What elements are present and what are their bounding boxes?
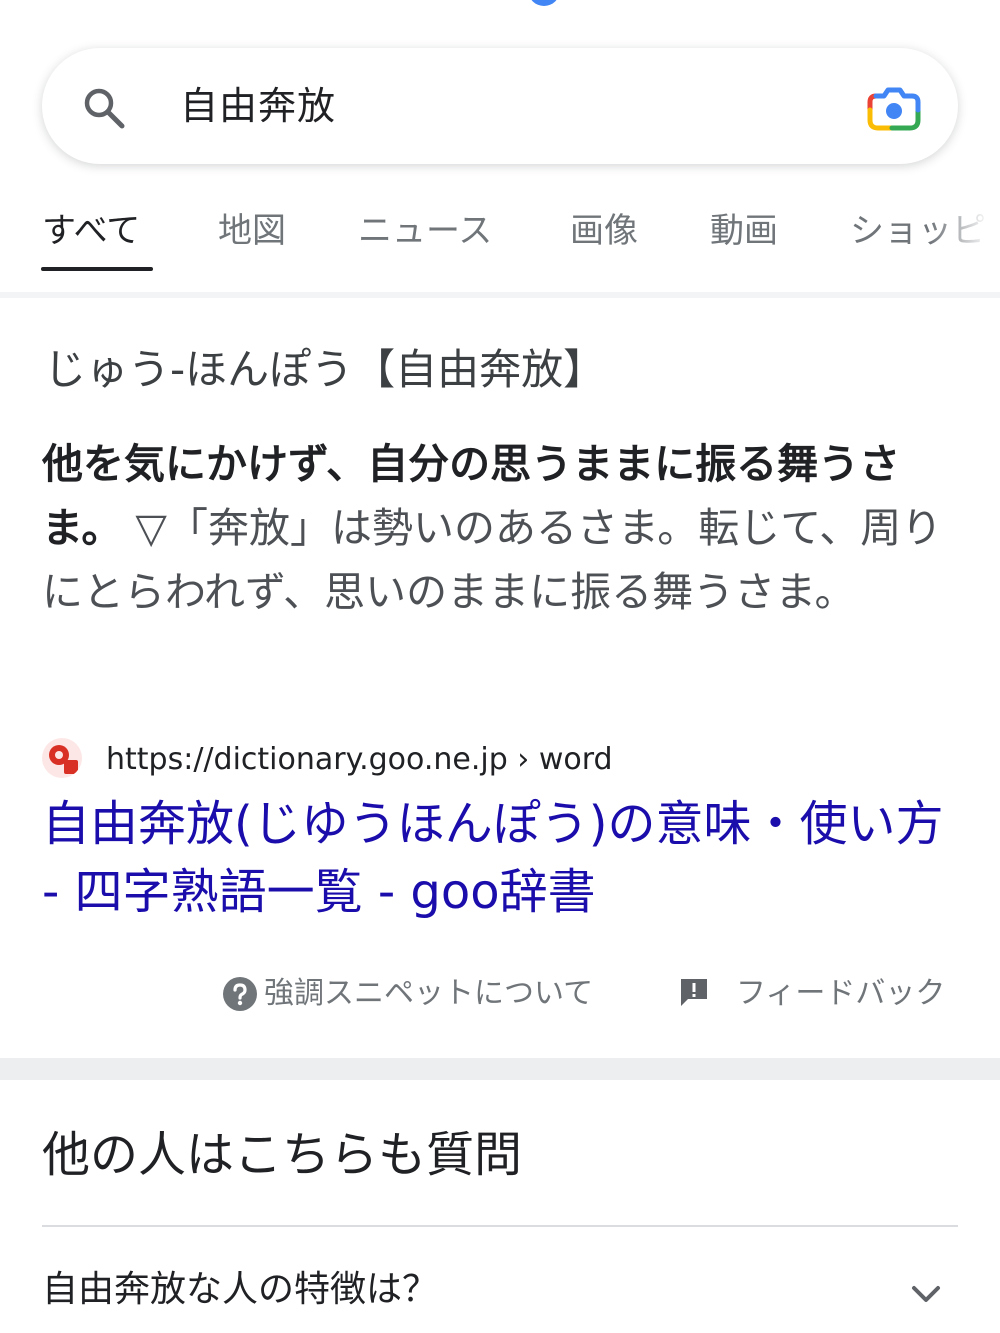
section-divider [0,1058,1000,1080]
top-indicator-dot [528,0,560,6]
active-tab-indicator [41,267,153,271]
tab-videos[interactable]: 動画 [710,207,778,255]
goo-favicon-icon [42,738,82,778]
search-icon[interactable] [80,84,128,132]
feedback-icon[interactable] [678,976,710,1008]
tabs-divider [0,292,1000,298]
search-tabs: すべて 地図 ニュース 画像 動画 ショッピ [0,195,1000,275]
about-snippet-link[interactable]: 強調スニペットについて [264,972,593,1016]
tab-all[interactable]: すべて [42,207,140,255]
tab-images[interactable]: 画像 [570,207,638,255]
chevron-down-icon[interactable] [908,1276,944,1312]
paa-divider [42,1225,958,1227]
search-results-page: 自由奔放 すべて 地図 ニュース 画像 動画 ショッピ じゅう-ほんぽう【自由奔… [0,0,1000,1333]
search-input[interactable]: 自由奔放 [180,82,336,130]
snippet-footer: 強調スニペットについて フィードバック [0,966,1000,1022]
people-also-ask-heading: 他の人はこちらも質問 [42,1127,523,1183]
snippet-heading: じゅう-ほんぽう【自由奔放】 [44,345,606,394]
feedback-link[interactable]: フィードバック [736,972,945,1016]
tab-maps[interactable]: 地図 [218,207,286,255]
source-url: https://dictionary.goo.ne.jp › word [106,742,613,777]
google-lens-icon[interactable] [866,82,922,132]
snippet-plain-text: ▽「奔放」は勢いのあるさま。転じて、周りにとらわれず、思いのままに振る舞うさま。 [42,504,943,616]
tab-news[interactable]: ニュース [358,207,492,255]
snippet-text: 他を気にかけず、自分の思うままに振る舞うさま。 ▽「奔放」は勢いのあるさま。転じ… [42,432,962,624]
tabs-scroll-fade [930,195,1000,275]
paa-question: 自由奔放な人の特徴は？ [42,1269,439,1310]
help-circle-icon[interactable] [222,976,258,1012]
paa-question-row[interactable]: 自由奔放な人の特徴は？ [42,1262,958,1322]
result-title-link[interactable]: 自由奔放(じゆうほんぽう)の意味・使い方 - 四字熟語一覧 - goo辞書 [42,790,962,926]
